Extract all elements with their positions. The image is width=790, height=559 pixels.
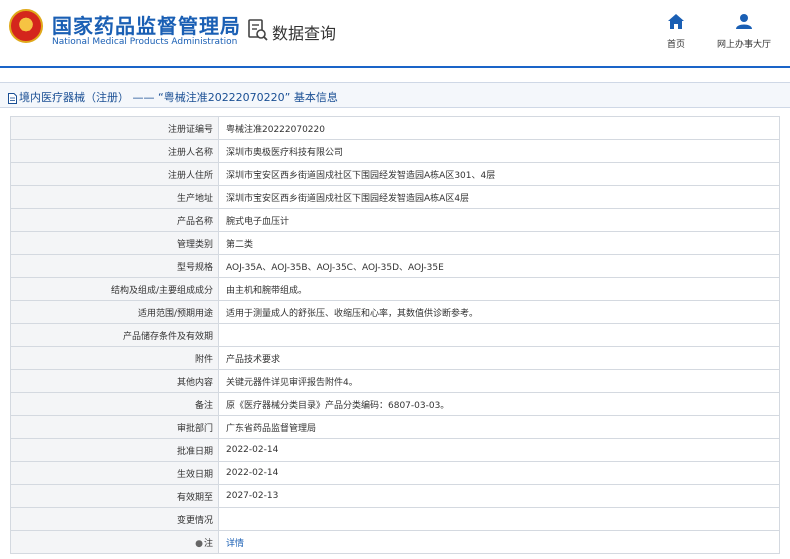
table-row: 生产地址 深圳市宝安区西乡街道固戍社区下围园经发智造园A栋A区4层: [10, 185, 780, 209]
field-value: 原《医疗器械分类目录》产品分类编码：6807-03-03。: [218, 392, 780, 416]
data-query-label: 数据查询: [272, 24, 337, 43]
field-value: 关键元器件详见审评报告附件4。: [218, 369, 780, 393]
field-value: 腕式电子血压计: [218, 208, 780, 232]
field-value: [218, 323, 780, 347]
nav-home[interactable]: 首页: [646, 14, 706, 50]
registration-info-table: 注册证编号 粤械注准20222070220 注册人名称 深圳市奥极医疗科技有限公司 注册…: [10, 116, 780, 554]
table-row: 变更情况: [10, 507, 780, 531]
field-label: 注册人住所: [10, 162, 219, 186]
field-value: 粤械注准20222070220: [218, 116, 780, 140]
field-label: 产品名称: [10, 208, 219, 232]
field-value: 广东省药品监督管理局: [218, 415, 780, 439]
home-icon: [646, 14, 706, 33]
field-value: 第二类: [218, 231, 780, 255]
user-icon: [710, 14, 778, 33]
note-label: 注: [203, 538, 213, 549]
breadcrumb: 境内医疗器械（注册） —— “粤械注准20222070220” 基本信息: [0, 82, 790, 108]
table-row: 有效期至 2027-02-13: [10, 484, 780, 508]
field-value: 2022-02-14: [218, 461, 780, 485]
field-label: 生效日期: [10, 461, 219, 485]
pin-icon: ●: [195, 538, 203, 549]
site-subtitle: National Medical Products Administration: [52, 37, 238, 47]
field-value: 产品技术要求: [218, 346, 780, 370]
field-label: 备注: [10, 392, 219, 416]
nav-online-service-hall-label: 网上办事大厅: [716, 40, 771, 50]
field-value: AOJ-35A、AOJ-35B、AOJ-35C、AOJ-35D、AOJ-35E: [218, 254, 780, 278]
field-label: 审批部门: [10, 415, 219, 439]
table-row: 附件 产品技术要求: [10, 346, 780, 370]
field-label: 有效期至: [10, 484, 219, 508]
note-value-cell: 详情: [218, 530, 780, 554]
table-row: 适用范围/预期用途 适用于测量成人的舒张压、收缩压和心率，其数值供诊断参考。: [10, 300, 780, 324]
field-label: 变更情况: [10, 507, 219, 531]
field-value: 由主机和腕带组成。: [218, 277, 780, 301]
national-emblem-logo: [9, 9, 43, 43]
site-header: 国家药品监督管理局 National Medical Products Admi…: [0, 0, 790, 68]
field-label: 结构及组成/主要组成成分: [10, 277, 219, 301]
details-link[interactable]: 详情: [226, 539, 244, 549]
field-label: 产品储存条件及有效期: [10, 323, 219, 347]
table-row: 产品名称 腕式电子血压计: [10, 208, 780, 232]
table-row: 注册人名称 深圳市奥极医疗科技有限公司: [10, 139, 780, 163]
table-row: 结构及组成/主要组成成分 由主机和腕带组成。: [10, 277, 780, 301]
field-label: 生产地址: [10, 185, 219, 209]
nav-home-label: 首页: [666, 40, 685, 50]
site-title[interactable]: 国家药品监督管理局: [52, 10, 241, 39]
field-label: 适用范围/预期用途: [10, 300, 219, 324]
table-row: 其他内容 关键元器件详见审评报告附件4。: [10, 369, 780, 393]
table-row: 批准日期 2022-02-14: [10, 438, 780, 462]
table-row: 审批部门 广东省药品监督管理局: [10, 415, 780, 439]
field-label: 批准日期: [10, 438, 219, 462]
table-row: 注册证编号 粤械注准20222070220: [10, 116, 780, 140]
field-value: 深圳市宝安区西乡街道固戍社区下围园经发智造园A栋A区4层: [218, 185, 780, 209]
field-label: 其他内容: [10, 369, 219, 393]
field-value: 2022-02-14: [218, 438, 780, 462]
table-row: 备注 原《医疗器械分类目录》产品分类编码：6807-03-03。: [10, 392, 780, 416]
nav-online-service-hall[interactable]: 网上办事大厅: [710, 14, 778, 50]
field-label: 注册人名称: [10, 139, 219, 163]
field-label: 型号规格: [10, 254, 219, 278]
table-row: 产品储存条件及有效期: [10, 323, 780, 347]
note-label-cell: ●注: [10, 530, 219, 554]
table-row: 型号规格 AOJ-35A、AOJ-35B、AOJ-35C、AOJ-35D、AOJ-…: [10, 254, 780, 278]
field-value: 深圳市奥极医疗科技有限公司: [218, 139, 780, 163]
field-value: 适用于测量成人的舒张压、收缩压和心率，其数值供诊断参考。: [218, 300, 780, 324]
field-label: 附件: [10, 346, 219, 370]
table-row-note: ●注 详情: [10, 530, 780, 554]
field-label: 注册证编号: [10, 116, 219, 140]
field-label: 管理类别: [10, 231, 219, 255]
table-row: 管理类别 第二类: [10, 231, 780, 255]
document-icon: [8, 89, 17, 108]
table-row: 生效日期 2022-02-14: [10, 461, 780, 485]
table-row: 注册人住所 深圳市宝安区西乡街道固戍社区下围园经发智造园A栋A区301、4层: [10, 162, 780, 186]
field-value: 深圳市宝安区西乡街道固戍社区下围园经发智造园A栋A区301、4层: [218, 162, 780, 186]
document-search-icon: [248, 19, 268, 45]
field-value: [218, 507, 780, 531]
breadcrumb-text: 境内医疗器械（注册） —— “粤械注准20222070220” 基本信息: [19, 91, 338, 104]
field-value: 2027-02-13: [218, 484, 780, 508]
